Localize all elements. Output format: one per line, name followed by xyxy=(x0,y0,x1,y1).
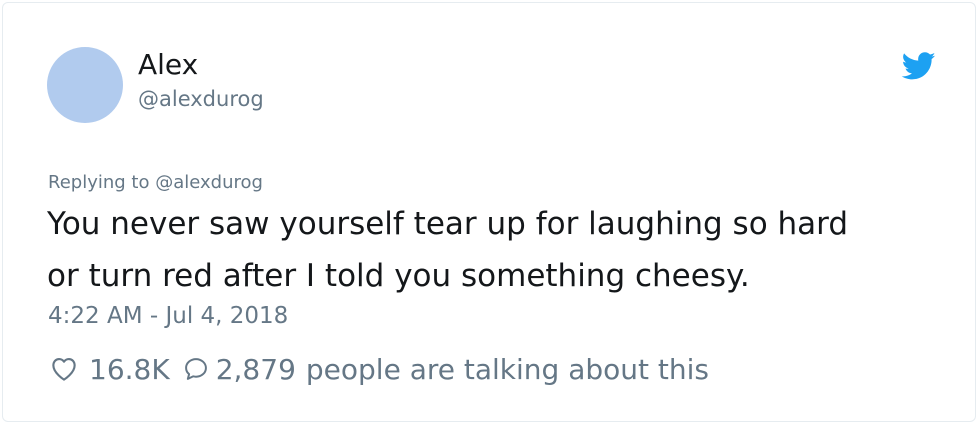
replying-to: Replying to @alexdurog xyxy=(48,170,263,196)
timestamp[interactable]: 4:22 AM - Jul 4, 2018 xyxy=(48,299,288,333)
display-name[interactable]: Alex xyxy=(138,47,198,83)
tweet-text-line: or turn red after I told you something c… xyxy=(47,258,750,294)
tweet-text: You never saw yourself tear up for laugh… xyxy=(47,198,947,302)
replying-to-label: Replying to xyxy=(48,172,150,193)
user-handle[interactable]: @alexdurog xyxy=(138,85,264,113)
tweet-card: Alex @alexdurog Replying to @alexdurog Y… xyxy=(2,2,976,422)
like-count: 16.8K xyxy=(89,352,170,386)
reply-count: 2,879 xyxy=(215,352,296,386)
avatar[interactable] xyxy=(47,47,123,123)
heart-icon[interactable] xyxy=(49,354,79,384)
tweet-text-line: You never saw yourself tear up for laugh… xyxy=(47,206,849,242)
tweet-actions: 16.8K 2,879 people are talking about thi… xyxy=(49,349,709,389)
speech-bubble-icon[interactable] xyxy=(182,354,210,384)
twitter-bird-icon[interactable] xyxy=(899,49,939,83)
talking-about-text: people are talking about this xyxy=(305,352,709,386)
reply-mention-link[interactable]: @alexdurog xyxy=(155,172,263,193)
